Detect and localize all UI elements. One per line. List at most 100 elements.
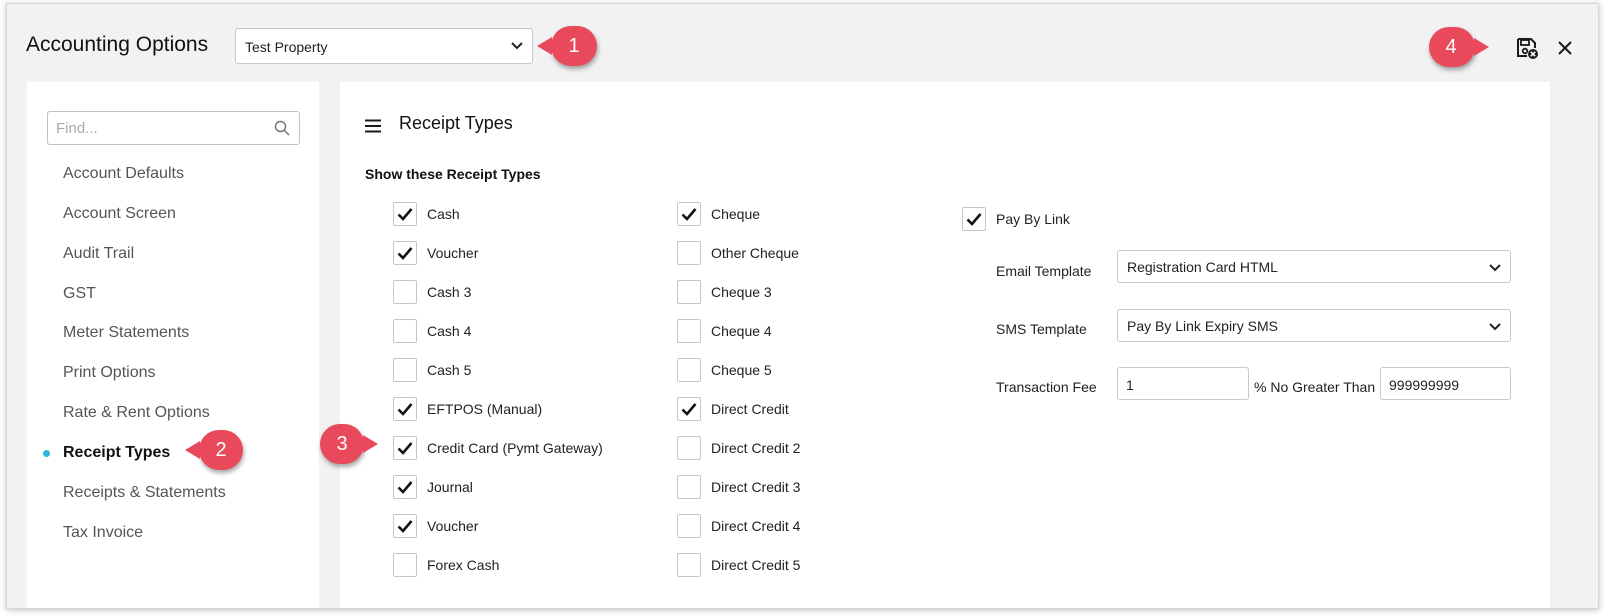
checkbox-label: Direct Credit [711, 401, 789, 417]
checkmark-icon [966, 213, 982, 226]
checkmark-icon [397, 442, 413, 455]
section-title: Receipt Types [399, 113, 513, 133]
hamburger-menu-icon[interactable] [365, 119, 381, 133]
checkmark-icon [681, 208, 697, 221]
close-icon[interactable] [1555, 38, 1575, 58]
checkbox[interactable] [677, 280, 701, 304]
checkbox-row-cash[interactable]: Cash [393, 202, 643, 228]
checkbox[interactable] [677, 514, 701, 538]
checkbox-row-journal[interactable]: Journal [393, 475, 643, 501]
checkbox-label: Other Cheque [711, 245, 799, 261]
checkbox-row-cheque-3[interactable]: Cheque 3 [677, 280, 877, 306]
no-greater-than-input[interactable]: 999999999 [1380, 367, 1511, 400]
property-select[interactable]: Test Property [235, 28, 533, 64]
search-box[interactable] [47, 111, 300, 145]
checkbox-label: Credit Card (Pymt Gateway) [427, 440, 603, 456]
checkmark-icon [397, 247, 413, 260]
checkbox[interactable] [677, 358, 701, 382]
checkbox[interactable] [677, 397, 701, 421]
checkbox-label: Forex Cash [427, 557, 500, 573]
sidebar-item-rate-rent-options[interactable]: Rate & Rent Options [63, 404, 210, 422]
checkbox-label: Cash 4 [427, 323, 472, 339]
callout-2: 2 [185, 430, 243, 470]
pay-by-link-checkbox-row[interactable]: Pay By Link [962, 207, 1162, 233]
checkbox-label: Cash 3 [427, 284, 472, 300]
transaction-fee-label: Transaction Fee [996, 379, 1097, 395]
checkbox-label: Cheque [711, 206, 761, 222]
checkbox[interactable] [393, 397, 417, 421]
receipt-types-panel: Receipt Types Show these Receipt Types C… [340, 82, 1550, 608]
sidebar-item-meter-statements[interactable]: Meter Statements [63, 324, 189, 342]
checkbox[interactable] [677, 202, 701, 226]
sidebar-item-receipt-types[interactable]: Receipt Types [63, 444, 170, 462]
checkbox-label: Cheque 4 [711, 323, 772, 339]
checkmark-icon [681, 403, 697, 416]
checkbox-row-cheque-5[interactable]: Cheque 5 [677, 358, 877, 384]
checkbox[interactable] [393, 553, 417, 577]
checkbox[interactable] [393, 280, 417, 304]
checkbox-label: Cash 5 [427, 362, 472, 378]
checkbox-row-forex-cash[interactable]: Forex Cash [393, 553, 643, 579]
sidebar-item-receipts-statements[interactable]: Receipts & Statements [63, 484, 226, 502]
transaction-fee-input[interactable]: 1 [1117, 367, 1249, 400]
checkmark-icon [397, 208, 413, 221]
property-select-value: Test Property [245, 39, 328, 55]
sidebar-item-tax-invoice[interactable]: Tax Invoice [63, 524, 143, 542]
checkbox-row-other-cheque[interactable]: Other Cheque [677, 241, 877, 267]
checkbox-row-direct-credit-2[interactable]: Direct Credit 2 [677, 436, 877, 462]
checkbox[interactable] [677, 475, 701, 499]
sidebar-item-account-defaults[interactable]: Account Defaults [63, 165, 184, 183]
checkbox-label: Direct Credit 3 [711, 479, 801, 495]
checkmark-icon [397, 520, 413, 533]
sidebar-item-account-screen[interactable]: Account Screen [63, 205, 176, 223]
sms-template-select[interactable]: Pay By Link Expiry SMS [1117, 309, 1511, 342]
checkbox[interactable] [677, 241, 701, 265]
checkbox-row-cash-5[interactable]: Cash 5 [393, 358, 643, 384]
accounting-options-window: Accounting Options Test Property 1 4 Fin… [6, 3, 1599, 609]
sms-template-value: Pay By Link Expiry SMS [1127, 318, 1278, 334]
checkbox[interactable] [393, 202, 417, 226]
checkbox-row-cheque[interactable]: Cheque [677, 202, 877, 228]
checkbox[interactable] [677, 436, 701, 460]
page-title: Accounting Options [26, 33, 209, 56]
checkbox-row-direct-credit[interactable]: Direct Credit [677, 397, 877, 423]
checkbox[interactable] [393, 475, 417, 499]
callout-4: 4 [1429, 27, 1489, 67]
checkbox[interactable] [393, 436, 417, 460]
checkbox[interactable] [393, 319, 417, 343]
pay-by-link-checkbox[interactable] [962, 207, 986, 231]
checkbox-row-credit-card-pymt-gateway[interactable]: Credit Card (Pymt Gateway) [393, 436, 643, 462]
checkbox[interactable] [393, 241, 417, 265]
sidebar-item-print-options[interactable]: Print Options [63, 364, 155, 382]
save-close-icon[interactable] [1515, 36, 1539, 60]
checkbox-row-direct-credit-5[interactable]: Direct Credit 5 [677, 553, 877, 579]
search-input[interactable] [48, 112, 268, 144]
sms-template-label: SMS Template [996, 321, 1087, 337]
checkbox-row-voucher[interactable]: Voucher [393, 514, 643, 540]
chevron-down-icon [1489, 264, 1501, 272]
receipt-types-group-label: Show these Receipt Types [365, 166, 541, 182]
checkbox[interactable] [393, 514, 417, 538]
search-icon[interactable] [274, 120, 290, 136]
sidebar-item-gst[interactable]: GST [63, 285, 96, 303]
checkmark-icon [397, 403, 413, 416]
sidebar-item-audit-trail[interactable]: Audit Trail [63, 245, 134, 263]
checkmark-icon [397, 481, 413, 494]
sidebar: Account Defaults Account Screen Audit Tr… [27, 82, 319, 608]
checkbox[interactable] [677, 553, 701, 577]
checkbox-row-direct-credit-3[interactable]: Direct Credit 3 [677, 475, 877, 501]
callout-1: 1 [537, 26, 597, 66]
checkbox-row-voucher[interactable]: Voucher [393, 241, 643, 267]
checkbox-row-eftpos-manual[interactable]: EFTPOS (Manual) [393, 397, 643, 423]
checkbox-label: Direct Credit 2 [711, 440, 801, 456]
checkbox-row-cash-3[interactable]: Cash 3 [393, 280, 643, 306]
email-template-select[interactable]: Registration Card HTML [1117, 250, 1511, 283]
chevron-down-icon [511, 42, 523, 50]
checkbox-row-direct-credit-4[interactable]: Direct Credit 4 [677, 514, 877, 540]
checkbox[interactable] [393, 358, 417, 382]
checkbox-label: Direct Credit 4 [711, 518, 801, 534]
checkbox-row-cheque-4[interactable]: Cheque 4 [677, 319, 877, 345]
checkbox-label: Voucher [427, 518, 479, 534]
checkbox[interactable] [677, 319, 701, 343]
checkbox-row-cash-4[interactable]: Cash 4 [393, 319, 643, 345]
